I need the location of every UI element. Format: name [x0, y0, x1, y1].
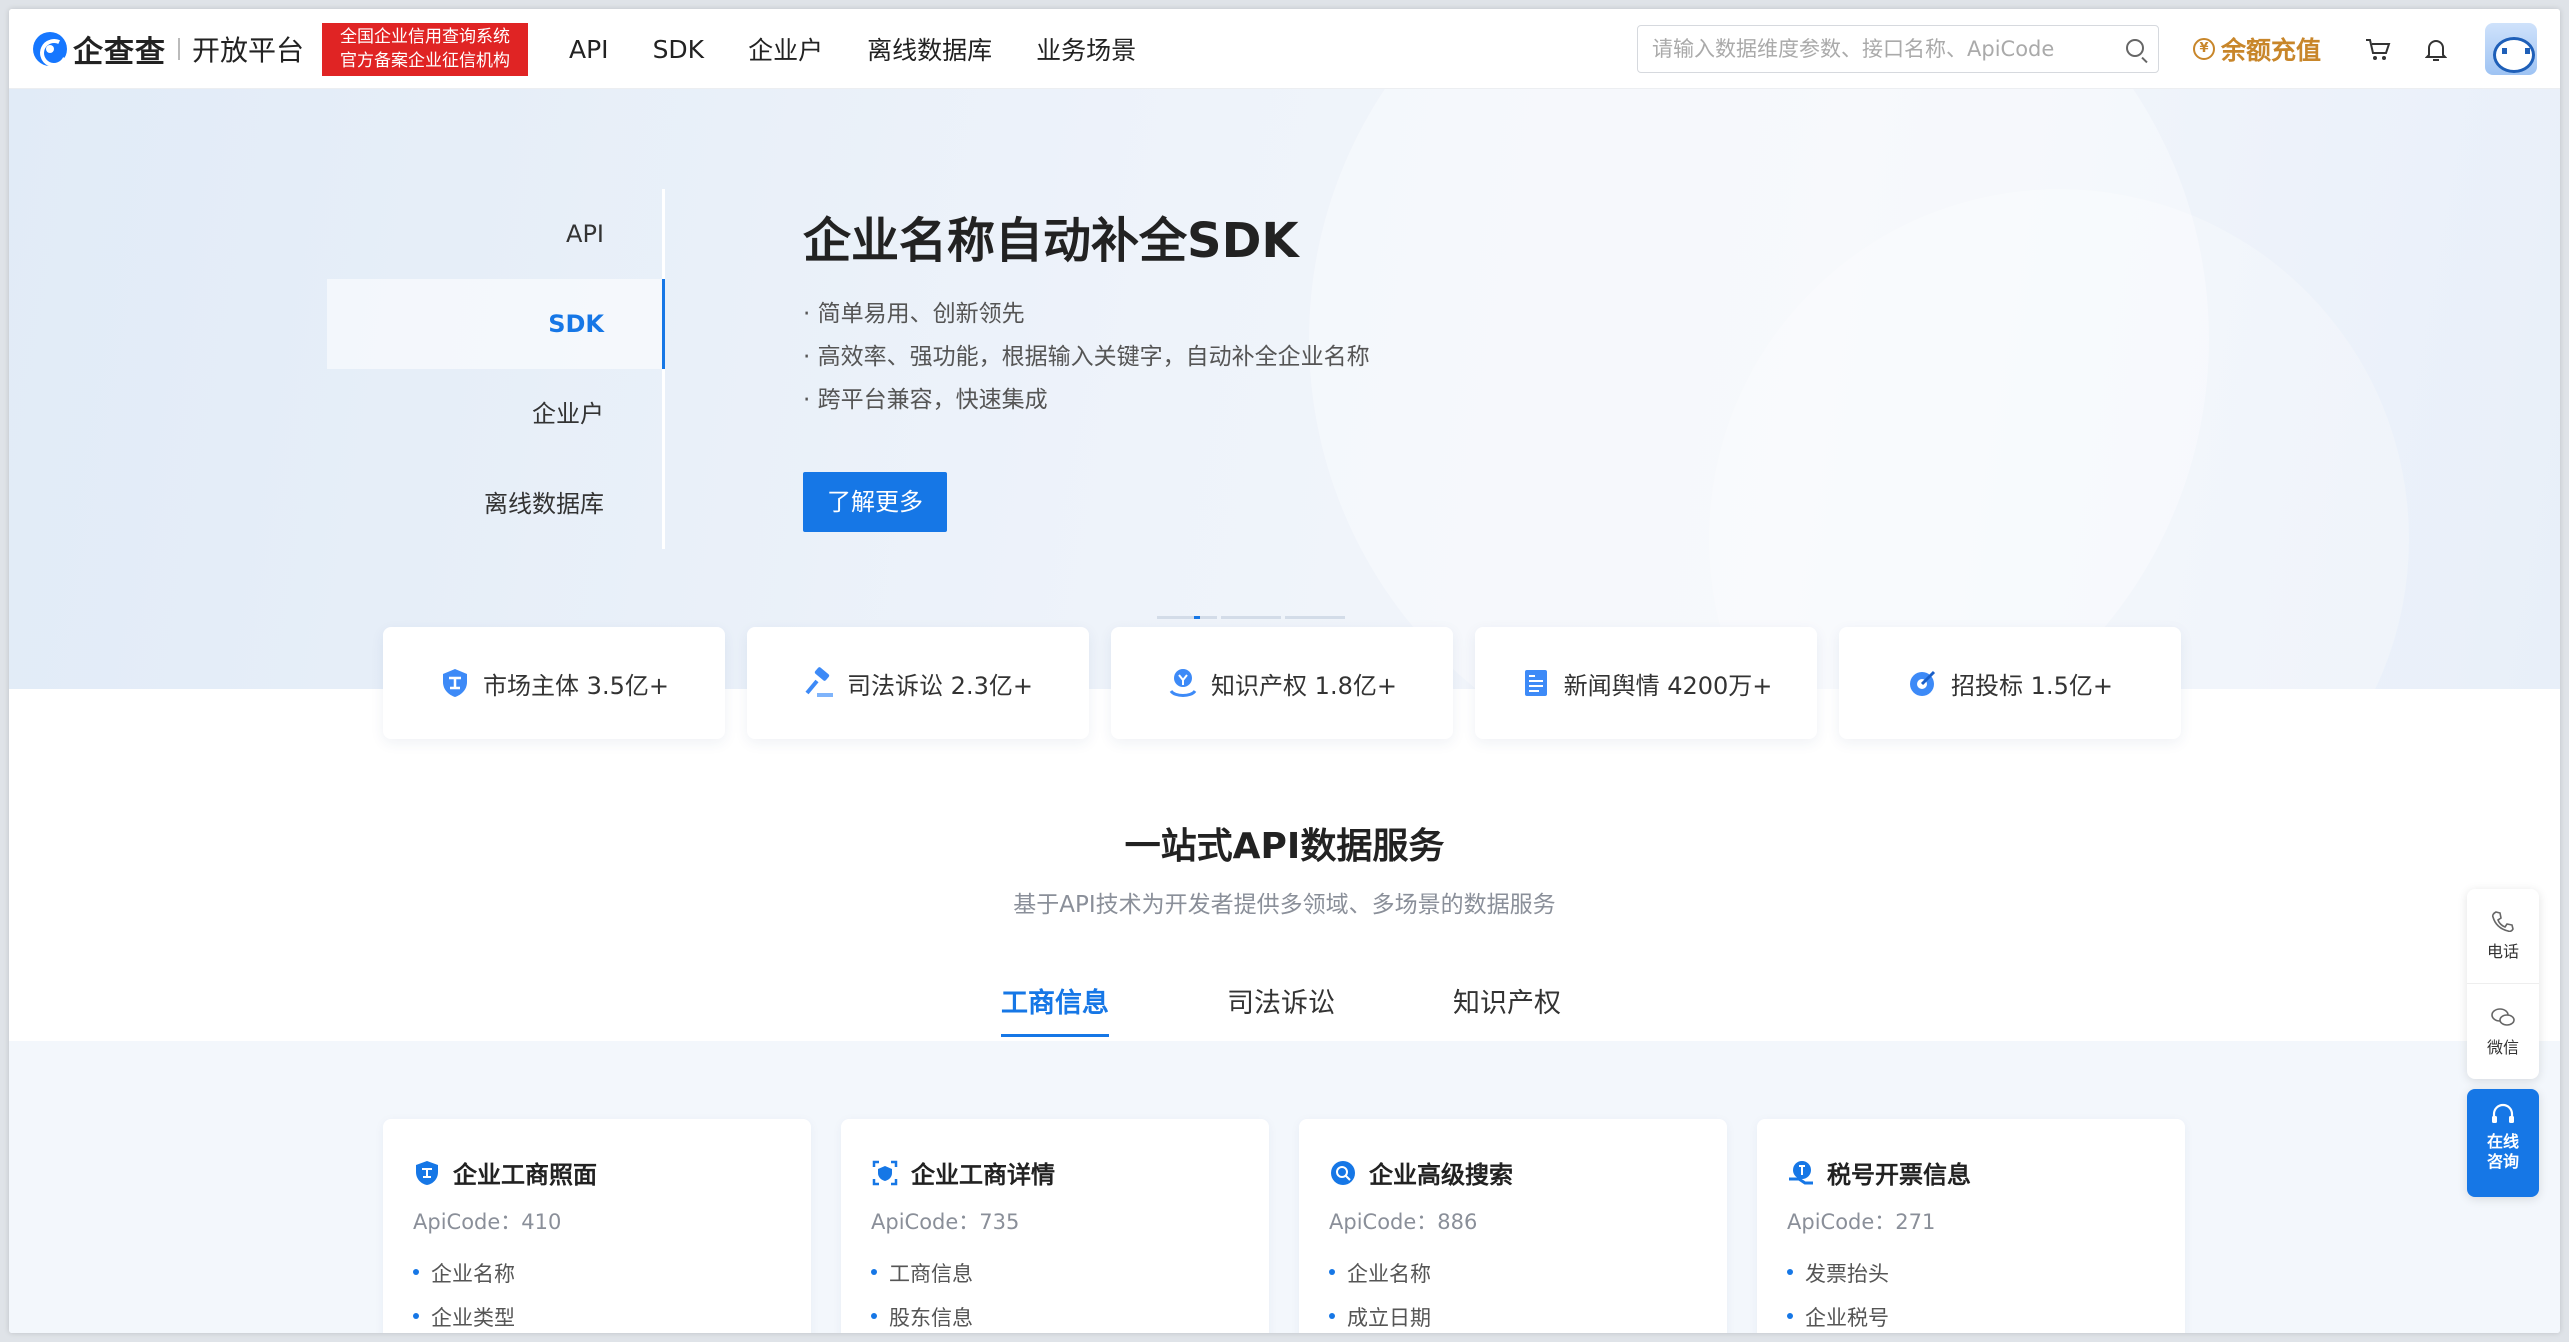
online-label-2: 咨询 — [2486, 1152, 2519, 1171]
logo[interactable]: 企查查 开放平台 — [33, 29, 305, 70]
stats-row: 市场主体 3.5亿+ 司法诉讼 2.3亿+ 知识产权 1.8亿+ 新闻舆情 42… — [383, 627, 2203, 739]
hero-title: 企业名称自动补全SDK — [803, 213, 1299, 269]
side-tab-enterprise[interactable]: 企业户 — [327, 369, 662, 459]
side-tab-sdk[interactable]: SDK — [327, 279, 665, 369]
recharge-label: 余额充值 — [2221, 36, 2322, 65]
nav-enterprise[interactable]: 企业户 — [748, 31, 823, 67]
hero-points: · 简单易用、创新领先 · 高效率、强功能，根据输入关键字，自动补全企业名称 ·… — [803, 294, 1370, 423]
wechat-icon — [2491, 1007, 2515, 1026]
logo-divider — [178, 38, 180, 60]
card-api-code: ApiCode：886 — [1329, 1210, 1478, 1234]
api-cards: 企业工商照面 ApiCode：410 企业名称 企业类型 企业工商详情 ApiC… — [383, 1119, 2215, 1333]
wechat-contact[interactable]: 微信 — [2467, 984, 2539, 1079]
card-api-code: ApiCode：271 — [1787, 1210, 1936, 1234]
phone-contact[interactable]: 电话 — [2467, 889, 2539, 984]
side-tab-offline-db[interactable]: 离线数据库 — [327, 459, 662, 549]
carousel-dot[interactable] — [1157, 616, 1217, 619]
yen-icon: ¥ — [2193, 38, 2215, 60]
cart-icon[interactable] — [2361, 33, 2395, 67]
bell-icon[interactable] — [2419, 33, 2453, 67]
stat-card[interactable]: 招投标 1.5亿+ — [1839, 627, 2181, 739]
hero-point: · 跨平台兼容，快速集成 — [803, 387, 1048, 413]
side-tab-api[interactable]: API — [327, 189, 662, 279]
card-field: 发票抬头 — [1787, 1258, 2185, 1302]
card-field: 企业名称 — [1329, 1258, 1727, 1302]
stat-card[interactable]: 新闻舆情 4200万+ — [1475, 627, 1817, 739]
online-consult-button[interactable]: 在线 咨询 — [2467, 1089, 2539, 1197]
nav-api[interactable]: API — [569, 35, 609, 64]
card-field: 企业税号 — [1787, 1302, 2185, 1333]
card-field: 成立日期 — [1329, 1302, 1727, 1333]
card-api-code: ApiCode：735 — [871, 1210, 1020, 1234]
stat-label: 招投标 1.5亿+ — [1951, 671, 2113, 700]
nav-offline-db[interactable]: 离线数据库 — [867, 31, 992, 67]
certification-badge: 全国企业信用查询系统 官方备案企业征信机构 — [322, 23, 528, 76]
phone-label: 电话 — [2486, 942, 2519, 961]
api-card[interactable]: 税号开票信息 ApiCode：271 发票抬头 企业税号 — [1757, 1119, 2185, 1333]
tab-judicial[interactable]: 司法诉讼 — [1227, 981, 1335, 1037]
logo-text: 企查查 — [73, 35, 166, 70]
stat-label: 新闻舆情 4200万+ — [1563, 671, 1773, 700]
nav-sdk[interactable]: SDK — [653, 35, 705, 64]
card-field: 工商信息 — [871, 1258, 1269, 1302]
hero-point: · 高效率、强功能，根据输入关键字，自动补全企业名称 — [803, 344, 1370, 370]
card-title: 企业工商照面 — [453, 1161, 597, 1189]
card-field: 股东信息 — [871, 1302, 1269, 1333]
bid-icon — [1907, 667, 1939, 699]
card-title: 税号开票信息 — [1827, 1161, 1971, 1189]
carousel-indicators — [1157, 616, 1349, 619]
shield-icon — [416, 1160, 438, 1185]
main-nav: API SDK 企业户 离线数据库 业务场景 — [569, 9, 1180, 89]
stat-card[interactable]: 知识产权 1.8亿+ — [1111, 627, 1453, 739]
section-title: 一站式API数据服务 — [1124, 826, 1445, 867]
search-input[interactable]: 请输入数据维度参数、接口名称、ApiCode — [1637, 25, 2159, 73]
advanced-search-icon — [1331, 1160, 1355, 1185]
stat-card[interactable]: 司法诉讼 2.3亿+ — [747, 627, 1089, 739]
hero-banner: API SDK 企业户 离线数据库 企业名称自动补全SDK · 简单易用、创新领… — [9, 89, 2560, 689]
user-avatar[interactable] — [2485, 23, 2537, 75]
badge-line-2: 官方备案企业征信机构 — [340, 51, 510, 71]
logo-subtitle: 开放平台 — [192, 34, 305, 67]
phone-icon — [2491, 911, 2514, 932]
tab-ip[interactable]: 知识产权 — [1453, 981, 1561, 1037]
headset-icon — [2492, 1103, 2514, 1123]
browser-frame: 企查查 开放平台 全国企业信用查询系统 官方备案企业征信机构 API SDK 企… — [9, 9, 2560, 1333]
card-field: 企业类型 — [413, 1302, 811, 1333]
learn-more-button[interactable]: 了解更多 — [803, 472, 947, 532]
card-api-code: ApiCode：410 — [413, 1210, 562, 1234]
stat-label: 市场主体 3.5亿+ — [483, 671, 669, 700]
hero-side-tabs: API SDK 企业户 离线数据库 — [327, 189, 665, 549]
tab-business-info[interactable]: 工商信息 — [1001, 981, 1109, 1037]
invoice-icon — [1789, 1160, 1813, 1184]
api-card[interactable]: 企业工商详情 ApiCode：735 工商信息 股东信息 — [841, 1119, 1269, 1333]
top-header: 企查查 开放平台 全国企业信用查询系统 官方备案企业征信机构 API SDK 企… — [9, 9, 2560, 89]
stat-label: 知识产权 1.8亿+ — [1211, 671, 1397, 700]
badge-line-1: 全国企业信用查询系统 — [340, 27, 510, 47]
recharge-button[interactable]: ¥ 余额充值 — [2193, 29, 2321, 69]
qcc-logo-icon — [33, 32, 67, 66]
wechat-label: 微信 — [2486, 1037, 2519, 1057]
category-tabs: 工商信息 司法诉讼 知识产权 — [1001, 981, 1679, 1037]
shield-icon — [439, 667, 471, 699]
stat-label: 司法诉讼 2.3亿+ — [847, 671, 1033, 700]
online-label-1: 在线 — [2486, 1132, 2519, 1151]
card-title: 企业工商详情 — [911, 1161, 1055, 1189]
news-icon — [1520, 667, 1552, 699]
api-card[interactable]: 企业高级搜索 ApiCode：886 企业名称 成立日期 — [1299, 1119, 1727, 1333]
search-icon[interactable] — [2126, 39, 2144, 57]
gavel-icon — [803, 667, 835, 699]
card-title: 企业高级搜索 — [1369, 1161, 1513, 1189]
card-field: 企业名称 — [413, 1258, 811, 1302]
hero-point: · 简单易用、创新领先 — [803, 301, 1025, 327]
section-subtitle: 基于API技术为开发者提供多领域、多场景的数据服务 — [1013, 892, 1556, 918]
carousel-dot[interactable] — [1285, 616, 1345, 619]
api-card[interactable]: 企业工商照面 ApiCode：410 企业名称 企业类型 — [383, 1119, 811, 1333]
nav-scenarios[interactable]: 业务场景 — [1036, 31, 1136, 67]
floating-contact-panel: 电话 微信 — [2467, 889, 2539, 1079]
ip-icon — [1167, 667, 1199, 699]
carousel-dot[interactable] — [1221, 616, 1281, 619]
scan-shield-icon — [872, 1160, 898, 1185]
stat-card[interactable]: 市场主体 3.5亿+ — [383, 627, 725, 739]
search-placeholder: 请输入数据维度参数、接口名称、ApiCode — [1652, 37, 2055, 61]
